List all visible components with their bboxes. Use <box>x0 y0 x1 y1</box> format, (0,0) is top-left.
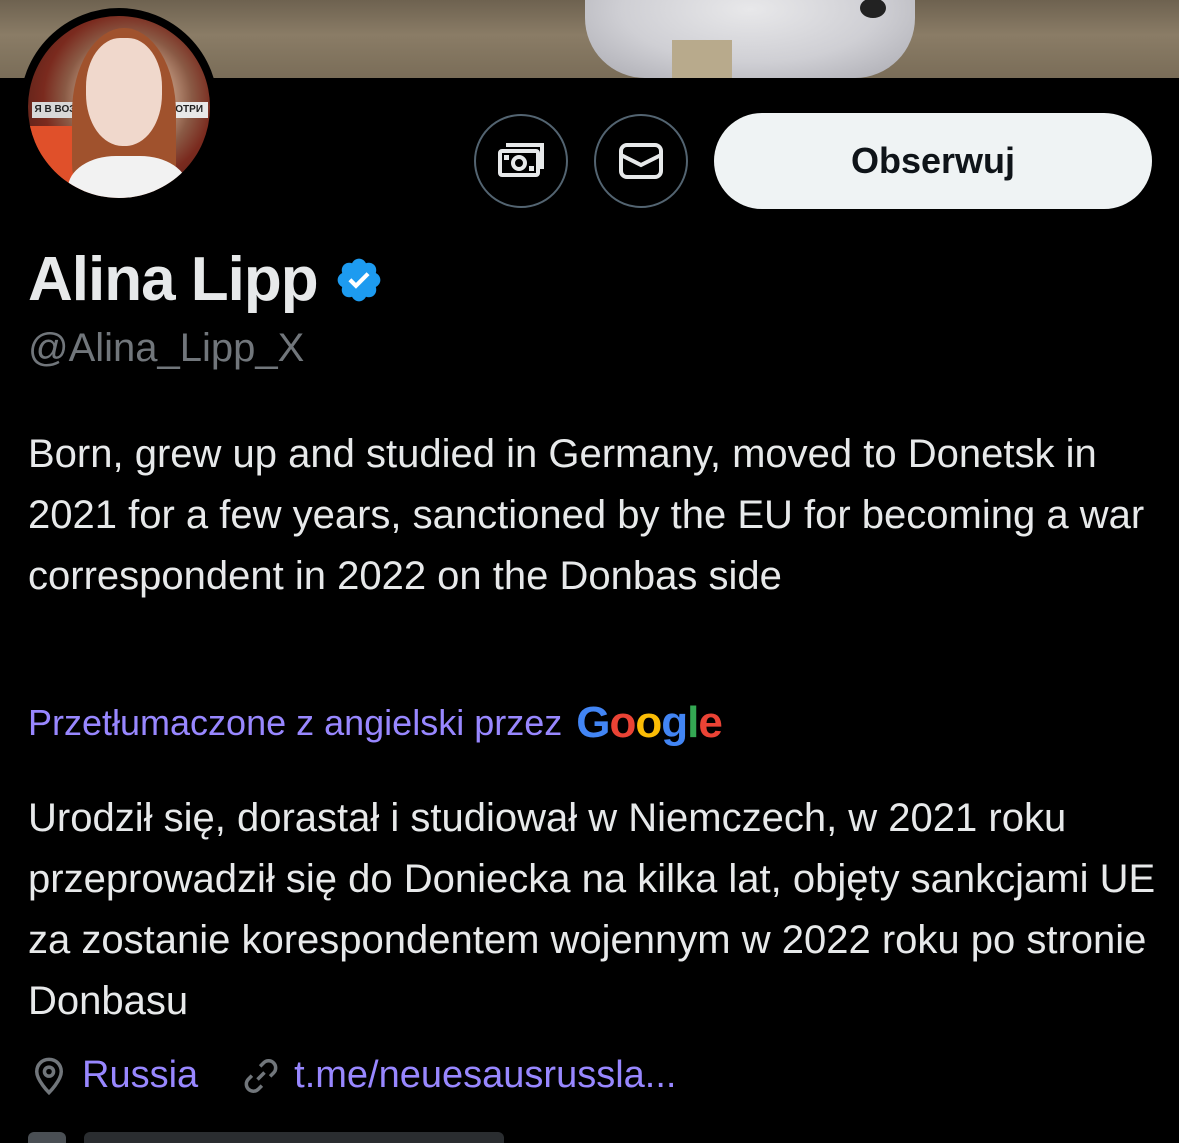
banner-figure <box>585 0 915 78</box>
tip-button[interactable] <box>474 114 568 208</box>
verified-badge-icon[interactable] <box>334 255 384 305</box>
follow-button[interactable]: Obserwuj <box>714 113 1152 209</box>
profile-meta: Russia t.me/neuesausrussla... <box>28 1054 718 1097</box>
translated-by-label: Przetłumaczone z angielski przez <box>28 702 563 743</box>
mail-icon <box>619 143 663 179</box>
avatar-face <box>86 38 162 146</box>
avatar[interactable]: Я В ВОЗ МОТРИ <box>20 8 218 206</box>
location-item: Russia <box>28 1054 198 1097</box>
message-button[interactable] <box>594 114 688 208</box>
location-pin-icon <box>34 1057 64 1095</box>
joined-text-cutoff <box>84 1132 504 1143</box>
banner-detail <box>860 0 886 18</box>
name-row: Alina Lipp <box>28 244 384 315</box>
profile-bio: Born, grew up and studied in Germany, mo… <box>28 432 1145 598</box>
avatar-shirt <box>68 156 188 198</box>
location-text: Russia <box>82 1054 199 1096</box>
joined-row-cutoff <box>28 1130 508 1143</box>
website-item[interactable]: t.me/neuesausrussla... <box>240 1054 676 1097</box>
google-logo: Google <box>576 698 723 747</box>
translated-bio: Urodził się, dorastał i studiował w Niem… <box>28 796 1156 1023</box>
banner-post <box>672 40 732 78</box>
link-icon <box>244 1058 278 1093</box>
user-handle: @Alina_Lipp_X <box>28 326 305 370</box>
website-link[interactable]: t.me/neuesausrussla... <box>294 1054 676 1097</box>
avatar-photo: Я В ВОЗ МОТРИ <box>28 16 210 198</box>
display-name: Alina Lipp <box>28 245 319 314</box>
calendar-icon <box>28 1132 66 1143</box>
money-icon <box>498 143 544 177</box>
translation-attribution[interactable]: Przetłumaczone z angielski przez Google <box>28 698 723 748</box>
